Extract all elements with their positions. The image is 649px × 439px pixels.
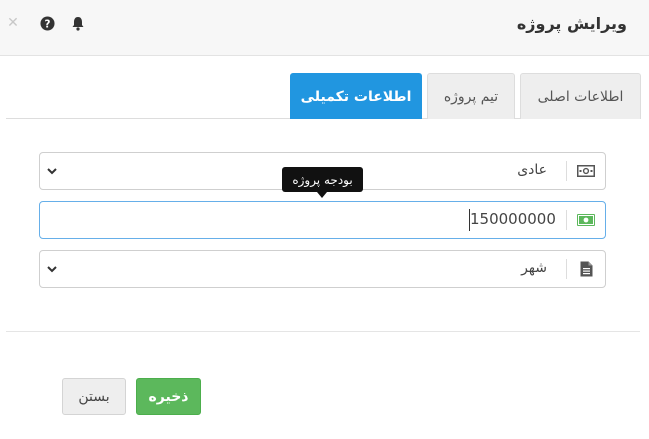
close-button[interactable]: بستن [62, 378, 126, 415]
addon-separator [566, 210, 567, 230]
chevron-down-icon [47, 168, 57, 175]
addon-separator [566, 161, 567, 181]
tooltip-arrow [317, 192, 327, 198]
budget-input[interactable]: 150000000 [39, 201, 606, 239]
city-value: شهر [521, 260, 547, 276]
edit-project-dialog: ویرایش پروژه ✕ ? اطلاعات اصلی تیم پروژه … [0, 0, 649, 439]
tab-additional-info[interactable]: اطلاعات تکمیلی [290, 73, 422, 119]
tab-label: تیم پروژه [443, 88, 499, 105]
budget-tooltip: بودجه پروژه [282, 167, 363, 192]
city-select[interactable]: شهر [39, 250, 606, 288]
addon-separator [566, 259, 567, 279]
chevron-down-icon [47, 266, 57, 273]
priority-value: عادی [517, 162, 547, 178]
tab-main-info[interactable]: اطلاعات اصلی [520, 73, 641, 119]
tab-label: اطلاعات تکمیلی [300, 88, 412, 105]
help-icon[interactable]: ? [38, 14, 56, 32]
footer-divider [6, 331, 640, 332]
dialog-title: ویرایش پروژه [516, 14, 627, 33]
text-cursor [469, 209, 470, 231]
document-icon [567, 251, 605, 287]
dialog-header: ویرایش پروژه ✕ ? [0, 0, 649, 56]
tab-project-team[interactable]: تیم پروژه [427, 73, 515, 119]
budget-value: 150000000 [470, 210, 556, 228]
svg-text:?: ? [44, 18, 50, 30]
money-icon [567, 202, 605, 238]
save-button[interactable]: ذخیره [136, 378, 201, 415]
money-icon [567, 153, 605, 189]
close-icon[interactable]: ✕ [4, 14, 22, 32]
bell-icon[interactable] [69, 14, 87, 32]
tab-label: اطلاعات اصلی [537, 88, 624, 105]
